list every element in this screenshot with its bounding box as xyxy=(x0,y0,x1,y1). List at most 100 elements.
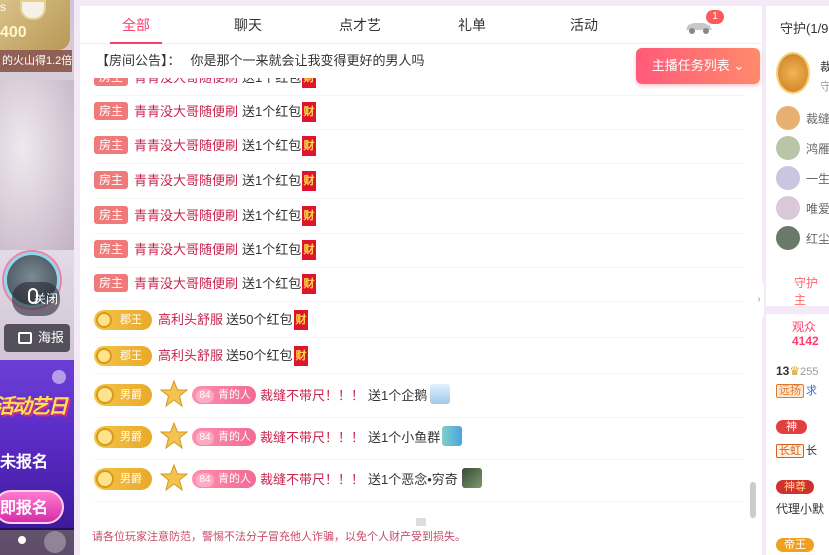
username[interactable]: 高利头舒服 xyxy=(158,310,223,330)
tab-chat[interactable]: 聊天 xyxy=(208,6,288,44)
username[interactable]: 裁缝不带尺！！！ xyxy=(260,428,364,448)
star-icon xyxy=(160,422,188,450)
anti-fraud-tip: 请各位玩家注意防范，警惕不法分子冒充他人诈骗，以免个人财产受到损失。 xyxy=(92,531,466,543)
anchor-avatar xyxy=(20,0,46,20)
top-guard-avatar[interactable] xyxy=(776,52,810,94)
fan-level-number: 84 xyxy=(196,473,214,487)
list-item: 郡王 高利头舒服 送50个红包 财 xyxy=(94,340,744,374)
host-badge: 房主 xyxy=(94,78,128,86)
viewer-row[interactable]: 神尊 xyxy=(776,478,829,494)
avatar xyxy=(776,106,800,130)
red-packet-icon: 财 xyxy=(302,102,316,122)
mic-toggle-button[interactable]: 关闭 xyxy=(12,282,60,316)
guard-list-item[interactable]: 唯爱 xyxy=(776,196,829,222)
top-guard-subtitle: 守 xyxy=(820,81,829,93)
task-button-label: 主播任务列表 xyxy=(651,58,730,73)
activity-banner[interactable]: 活动艺日 未报名 即报名 xyxy=(0,360,74,530)
username[interactable]: 青青没大哥随便刷 xyxy=(134,102,238,122)
list-item: 男爵 84 青的人 裁缝不带尺！！！ 送1个企鹅 xyxy=(94,376,744,418)
gift-text: 送1个小鱼群 xyxy=(368,430,441,445)
red-packet-icon: 财 xyxy=(302,240,316,260)
gift-text: 送1个红包 xyxy=(242,138,302,153)
tab-activity[interactable]: 活动 xyxy=(544,6,624,44)
guard-name: 唯爱 xyxy=(806,202,829,216)
gift-text: 送1个红包 xyxy=(242,173,302,188)
viewer-row[interactable]: 长虹长 xyxy=(776,442,829,458)
picture-icon xyxy=(18,332,32,344)
baron-badge: 男爵 xyxy=(94,426,152,448)
guard-list-item[interactable]: 一生 xyxy=(776,166,829,192)
red-packet-icon: 财 xyxy=(302,206,316,226)
list-item: 房主 青青没大哥随便刷 送1个红包 财 xyxy=(94,130,744,164)
poster-button[interactable]: 海报 xyxy=(4,324,70,352)
chevron-right-icon[interactable]: › xyxy=(754,280,764,320)
room-notice: 【房间公告】： 你是那个一来就会让我变得更好的男人吗 xyxy=(96,50,636,72)
video-controls xyxy=(0,528,74,555)
message-list[interactable]: 房主 青青没大哥随便刷 送1个红包 财 房主 青青没大哥随便刷 送1个红包 财 … xyxy=(80,78,762,518)
fan-level-badge: 84 青的人 xyxy=(192,470,256,488)
red-packet-icon: 财 xyxy=(302,136,316,156)
guard-link[interactable]: 守护主 xyxy=(794,274,829,308)
video-frame xyxy=(0,80,74,250)
list-item: 房主 青青没大哥随便刷 送1个红包 财 xyxy=(94,78,744,96)
red-packet-icon: 财 xyxy=(302,171,316,191)
username[interactable]: 裁缝不带尺！！！ xyxy=(260,386,364,406)
star-icon xyxy=(160,380,188,408)
volume-icon[interactable] xyxy=(44,531,66,553)
red-packet-icon: 财 xyxy=(302,78,316,88)
gift-text: 送1个红包 xyxy=(242,78,301,88)
username[interactable]: 青青没大哥随便刷 xyxy=(134,274,238,294)
star-icon xyxy=(160,464,188,492)
gift-text: 送1个红包 xyxy=(242,242,302,257)
list-item: 房主 青青没大哥随便刷 送1个红包 财 xyxy=(94,96,744,130)
username[interactable]: 青青没大哥随便刷 xyxy=(134,240,238,260)
guard-list-item[interactable]: 裁缝 xyxy=(776,106,829,132)
scroll-down-icon[interactable] xyxy=(416,518,426,526)
viewers-label: 观众 xyxy=(792,320,817,334)
fan-level-number: 84 xyxy=(196,431,214,445)
viewer-score: 255 xyxy=(800,366,819,378)
host-badge: 房主 xyxy=(94,102,128,120)
fan-level-badge: 84 青的人 xyxy=(192,428,256,446)
poster-label: 海报 xyxy=(38,330,65,345)
progress-dot[interactable] xyxy=(18,536,26,544)
viewer-row[interactable]: 帝王 xyxy=(776,536,829,552)
username[interactable]: 裁缝不带尺！！！ xyxy=(260,470,364,490)
viewer-row[interactable]: 远扬求 xyxy=(776,382,829,398)
username[interactable]: 青青没大哥随便刷 xyxy=(134,171,238,191)
username[interactable]: 青青没大哥随便刷 xyxy=(134,206,238,226)
viewer-tag: 帝王 xyxy=(776,538,814,552)
username[interactable]: 高利头舒服 xyxy=(158,346,223,366)
guard-list-item[interactable]: 红尘 xyxy=(776,226,829,252)
list-item: 郡王 高利头舒服 送50个红包 财 xyxy=(94,304,744,338)
viewer-row[interactable]: 13♛255 xyxy=(776,364,829,378)
viewer-name: 长 xyxy=(806,445,817,457)
gift-text: 送1个企鹅 xyxy=(368,388,428,403)
gift-text: 送50个红包 xyxy=(226,312,293,327)
signup-button[interactable]: 即报名 xyxy=(0,490,64,524)
avatar xyxy=(776,166,800,190)
top-guard-name[interactable]: 裁 xyxy=(820,58,829,75)
tab-talent[interactable]: 点才艺 xyxy=(320,6,400,44)
crown-icon: ♛ xyxy=(789,364,801,378)
live-video-panel[interactable]: s 400 的火山得1.2倍 关闭 海报 活动艺日 未报名 即报名 xyxy=(0,0,74,555)
username[interactable]: 青青没大哥随便刷 xyxy=(134,136,238,156)
host-badge: 房主 xyxy=(94,136,128,154)
avatar xyxy=(776,226,800,250)
scrollbar[interactable] xyxy=(750,482,756,518)
viewer-row[interactable]: 代理小默 xyxy=(776,500,829,517)
expand-icon[interactable] xyxy=(52,370,66,384)
right-sidebar: 守护(1/9 裁 守 裁缝 鸿雁 一生 唯爱 红尘 守护主 观众 4142 13… xyxy=(766,6,829,555)
viewer-tag: 长虹 xyxy=(776,444,804,458)
username[interactable]: 青青没大哥随便刷 xyxy=(134,78,238,88)
host-badge: 房主 xyxy=(94,206,128,224)
guard-count: (1/9 xyxy=(806,21,829,36)
car-count-badge: 1 xyxy=(706,10,724,24)
tab-all[interactable]: 全部 xyxy=(96,6,176,44)
viewer-row[interactable]: 神 xyxy=(776,418,829,434)
badge-prefix: s xyxy=(0,0,6,14)
guard-list-item[interactable]: 鸿雁 xyxy=(776,136,829,162)
tab-gift-list[interactable]: 礼单 xyxy=(432,6,512,44)
list-item: 房主 青青没大哥随便刷 送1个红包 财 xyxy=(94,200,744,234)
guard-name: 一生 xyxy=(806,172,829,186)
